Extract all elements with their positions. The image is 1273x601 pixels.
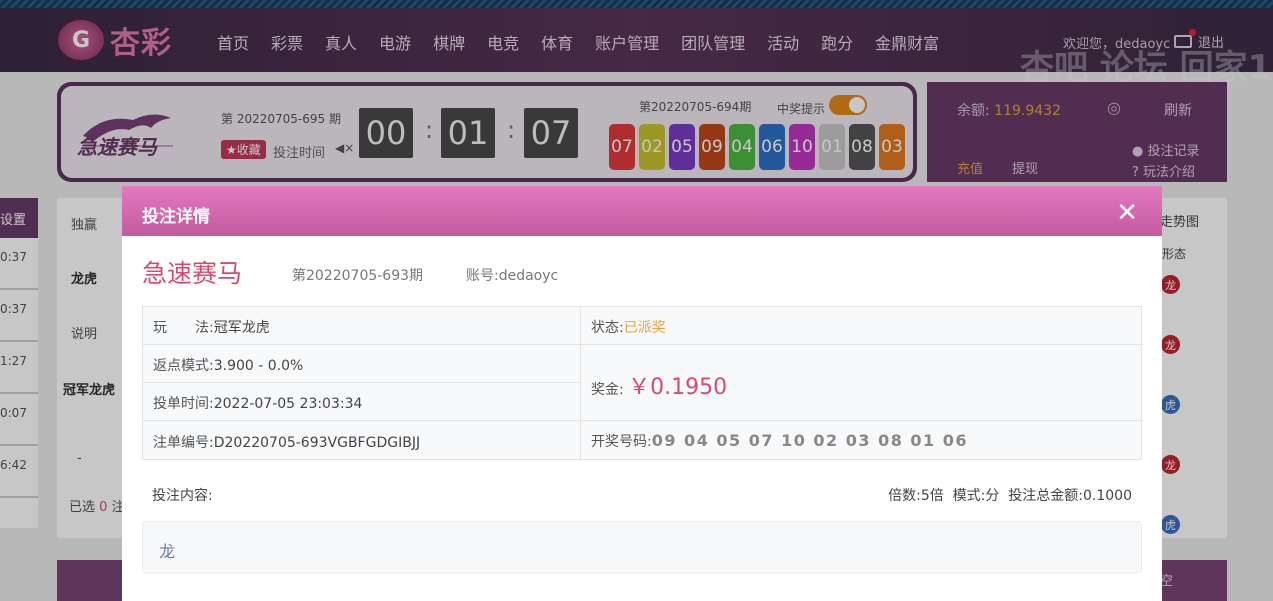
bet-content-label: 投注内容: xyxy=(152,488,213,504)
bet-content-box: 龙 xyxy=(142,521,1142,573)
modal-game-name: 急速赛马 xyxy=(142,259,243,288)
prize-row: 奖金: ￥0.1950 xyxy=(591,375,728,400)
rebate-row: 返点模式:3.900 - 0.0% xyxy=(153,358,304,374)
bet-detail-modal: 投注详情 ✕ 急速赛马 第20220705-693期 账号:dedaoyc 玩 … xyxy=(122,186,1162,601)
status-row: 状态:已派奖 xyxy=(591,320,666,336)
modal-header: 投注详情 ✕ xyxy=(122,186,1162,236)
bet-time-row: 投单时间:2022-07-05 23:03:34 xyxy=(153,396,363,412)
order-value: D20220705-693VGBFGDGIBJJ xyxy=(213,435,421,451)
bet-time-value: 2022-07-05 23:03:34 xyxy=(213,396,363,412)
order-row: 注单编号:D20220705-693VGBFGDGIBJJ xyxy=(153,435,421,451)
bet-summary: 倍数:5倍 模式:分 投注总金额:0.1000 xyxy=(888,488,1132,504)
close-icon[interactable]: ✕ xyxy=(1116,198,1138,228)
bet-content-value: 龙 xyxy=(159,542,176,561)
status-value: 已派奖 xyxy=(623,320,666,336)
modal-account: 账号:dedaoyc xyxy=(466,268,559,284)
bet-detail-table: 玩 法:冠军龙虎 状态:已派奖 返点模式:3.900 - 0.0% 奖金: ￥0… xyxy=(142,306,1143,461)
prize-value: ￥0.1950 xyxy=(628,375,728,400)
modal-title: 投注详情 xyxy=(142,207,210,227)
mode-value: 分 xyxy=(985,488,1000,504)
modal-issue: 第20220705-693期 xyxy=(292,268,424,284)
draw-numbers: 09 04 05 07 10 02 03 08 01 06 xyxy=(651,431,969,450)
total-value: 0.1000 xyxy=(1083,488,1132,504)
rebate-value: 3.900 - 0.0% xyxy=(213,358,304,374)
play-value: 冠军龙虎 xyxy=(213,320,270,336)
play-row: 玩 法:冠军龙虎 xyxy=(153,320,270,336)
draw-row: 开奖号码:09 04 05 07 10 02 03 08 01 06 xyxy=(591,431,969,450)
multiplier-value: 5倍 xyxy=(920,488,944,504)
